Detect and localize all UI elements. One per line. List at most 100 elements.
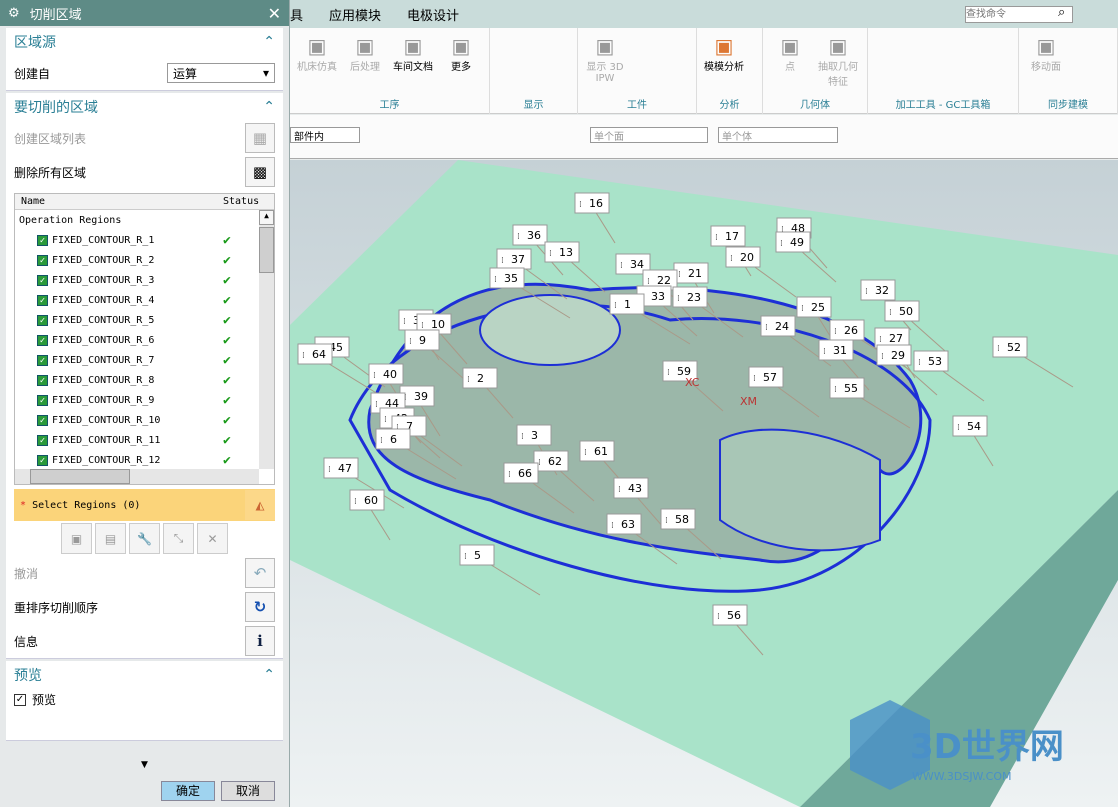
dialog-footer: ▼ 确定 取消 bbox=[0, 757, 289, 807]
table-row[interactable]: ✓ FIXED_CONTOUR_R_6 ✔ bbox=[15, 330, 274, 350]
ribbon-button[interactable]: ▣ 更多 bbox=[438, 34, 484, 73]
create-from-select[interactable]: 运算 ▾ bbox=[167, 63, 275, 83]
create-list-button[interactable]: ▦ bbox=[245, 123, 275, 153]
region-checkbox[interactable]: ✓ bbox=[37, 294, 48, 306]
undo-button[interactable]: ↶ bbox=[245, 558, 275, 588]
face-rule-select[interactable]: 单个面 bbox=[590, 127, 708, 143]
table-row[interactable]: ✓ FIXED_CONTOUR_R_12 ✔ bbox=[15, 450, 274, 470]
column-header-status[interactable]: Status bbox=[217, 194, 265, 209]
ribbon-button[interactable]: ▣ 机床仿真 bbox=[294, 34, 340, 73]
svg-text:29: 29 bbox=[891, 349, 905, 362]
vertical-scrollbar[interactable]: ▲ bbox=[259, 210, 274, 469]
delete-icon[interactable]: ✕ bbox=[197, 523, 228, 554]
svg-text:40: 40 bbox=[383, 368, 397, 381]
table-row[interactable]: ✓ FIXED_CONTOUR_R_5 ✔ bbox=[15, 310, 274, 330]
close-icon[interactable]: ✕ bbox=[268, 4, 281, 23]
body-rule-select[interactable]: 单个体 bbox=[718, 127, 838, 143]
section-header[interactable]: 区域源 ⌃ bbox=[6, 28, 283, 56]
svg-text:⁞: ⁞ bbox=[373, 371, 376, 381]
table-row[interactable]: ✓ FIXED_CONTOUR_R_2 ✔ bbox=[15, 250, 274, 270]
svg-text:⁞: ⁞ bbox=[375, 400, 378, 410]
ribbon-button[interactable]: ▣ 后处理 bbox=[342, 34, 388, 73]
ok-button[interactable]: 确定 bbox=[161, 781, 215, 801]
horizontal-scrollbar[interactable] bbox=[15, 469, 259, 484]
search-icon[interactable]: ⌕ bbox=[1058, 5, 1065, 20]
chevron-up-icon[interactable]: ⌃ bbox=[263, 34, 275, 50]
table-row[interactable]: ✓ FIXED_CONTOUR_R_4 ✔ bbox=[15, 290, 274, 310]
region-checkbox[interactable]: ✓ bbox=[37, 354, 48, 366]
svg-text:⁞: ⁞ bbox=[611, 521, 614, 531]
chevron-up-icon[interactable]: ⌃ bbox=[263, 667, 275, 683]
section-region-source: 区域源 ⌃ 创建自 运算 ▾ bbox=[6, 28, 283, 91]
region-checkbox[interactable]: ✓ bbox=[37, 394, 48, 406]
table-row[interactable]: ✓ FIXED_CONTOUR_R_9 ✔ bbox=[15, 390, 274, 410]
svg-text:52: 52 bbox=[1007, 341, 1021, 354]
svg-text:⁞: ⁞ bbox=[584, 448, 587, 458]
table-row[interactable]: ✓ FIXED_CONTOUR_R_7 ✔ bbox=[15, 350, 274, 370]
section-header[interactable]: 要切削的区域 ⌃ bbox=[6, 93, 283, 121]
menu-item-electrode[interactable]: 电极设计 bbox=[407, 5, 459, 24]
section-title: 要切削的区域 bbox=[14, 100, 98, 116]
region-checkbox[interactable]: ✓ bbox=[37, 414, 48, 426]
info-button[interactable]: i bbox=[245, 626, 275, 656]
status-check-icon: ✔ bbox=[223, 292, 231, 308]
delete-all-button[interactable]: ▩ bbox=[245, 157, 275, 187]
table-row[interactable]: ✓ FIXED_CONTOUR_R_8 ✔ bbox=[15, 370, 274, 390]
region-name: ✓ FIXED_CONTOUR_R_3 bbox=[15, 274, 217, 286]
select-regions-icon[interactable]: ◭ bbox=[245, 490, 275, 520]
ribbon-button[interactable]: ▣ 抽取几何特征 bbox=[815, 34, 861, 88]
table-row[interactable]: ✓ FIXED_CONTOUR_R_3 ✔ bbox=[15, 270, 274, 290]
split-icon[interactable]: ▤ bbox=[95, 523, 126, 554]
preview-checkbox[interactable]: ✓ bbox=[14, 693, 26, 706]
svg-text:56: 56 bbox=[727, 609, 741, 622]
ribbon-button[interactable]: ▣ 模模分析 bbox=[701, 34, 747, 73]
region-checkbox[interactable]: ✓ bbox=[37, 334, 48, 346]
column-header-name[interactable]: Name bbox=[15, 194, 217, 209]
region-checkbox[interactable]: ✓ bbox=[37, 374, 48, 386]
wrench-icon[interactable]: 🔧 bbox=[129, 523, 160, 554]
table-row[interactable]: ✓ FIXED_CONTOUR_R_11 ✔ bbox=[15, 430, 274, 450]
filter-scope-select[interactable]: 部件内 bbox=[290, 127, 360, 143]
svg-text:⁞: ⁞ bbox=[889, 308, 892, 318]
region-checkbox[interactable]: ✓ bbox=[37, 454, 48, 466]
ribbon-button[interactable]: ▣ 点 bbox=[767, 34, 813, 73]
ribbon-button[interactable]: ▣ 显示 3D IPW bbox=[582, 34, 628, 84]
status-check-icon: ✔ bbox=[223, 392, 231, 408]
ribbon-button[interactable]: ▣ 移动面 bbox=[1023, 34, 1069, 73]
create-from-label: 创建自 bbox=[14, 66, 51, 81]
region-checkbox[interactable]: ✓ bbox=[37, 254, 48, 266]
expand-arrow-icon[interactable]: ▼ bbox=[0, 760, 289, 770]
svg-text:⁞: ⁞ bbox=[918, 358, 921, 368]
cancel-button[interactable]: 取消 bbox=[221, 781, 275, 801]
model-view[interactable]: ⁞16⁞36⁞13⁞37⁞35⁞17⁞48⁞49⁞20⁞34⁞21⁞22⁞33⁞… bbox=[290, 160, 1118, 807]
extend-icon[interactable]: ⤡ bbox=[163, 523, 194, 554]
table-row[interactable]: ✓ FIXED_CONTOUR_R_1 ✔ bbox=[15, 230, 274, 250]
reorder-button[interactable]: ↻ bbox=[245, 592, 275, 622]
status-check-icon: ✔ bbox=[223, 252, 231, 268]
region-checkbox[interactable]: ✓ bbox=[37, 274, 48, 286]
region-name: ✓ FIXED_CONTOUR_R_2 bbox=[15, 254, 217, 266]
region-checkbox[interactable]: ✓ bbox=[37, 234, 48, 246]
menu-item-app-modules[interactable]: 应用模块 bbox=[329, 5, 381, 24]
svg-text:⁞: ⁞ bbox=[521, 432, 524, 442]
svg-text:⁞: ⁞ bbox=[618, 485, 621, 495]
section-preview: 预览 ⌃ ✓ 预览 bbox=[6, 661, 283, 741]
command-search-input[interactable] bbox=[965, 6, 1073, 23]
select-regions-row[interactable]: * Select Regions (0) ◭ bbox=[14, 489, 275, 521]
gear-icon[interactable]: ⚙ bbox=[8, 6, 20, 21]
ribbon-group: 显示 bbox=[490, 28, 578, 114]
menu-item-tools[interactable]: 具 bbox=[290, 5, 303, 24]
chevron-up-icon[interactable]: ⌃ bbox=[263, 99, 275, 115]
tree-root[interactable]: Operation Regions bbox=[15, 215, 217, 226]
svg-text:2: 2 bbox=[477, 372, 484, 385]
section-header[interactable]: 预览 ⌃ bbox=[6, 661, 283, 689]
graphics-viewport[interactable]: ⁞16⁞36⁞13⁞37⁞35⁞17⁞48⁞49⁞20⁞34⁞21⁞22⁞33⁞… bbox=[290, 160, 1118, 807]
table-row[interactable]: ✓ FIXED_CONTOUR_R_10 ✔ bbox=[15, 410, 274, 430]
merge-icon[interactable]: ▣ bbox=[61, 523, 92, 554]
region-checkbox[interactable]: ✓ bbox=[37, 314, 48, 326]
ribbon-button[interactable]: ▣ 车间文档 bbox=[390, 34, 436, 73]
region-checkbox[interactable]: ✓ bbox=[37, 434, 48, 446]
create-list-label: 创建区域列表 bbox=[14, 131, 87, 146]
svg-text:1: 1 bbox=[624, 298, 631, 311]
svg-text:⁞: ⁞ bbox=[464, 552, 467, 562]
